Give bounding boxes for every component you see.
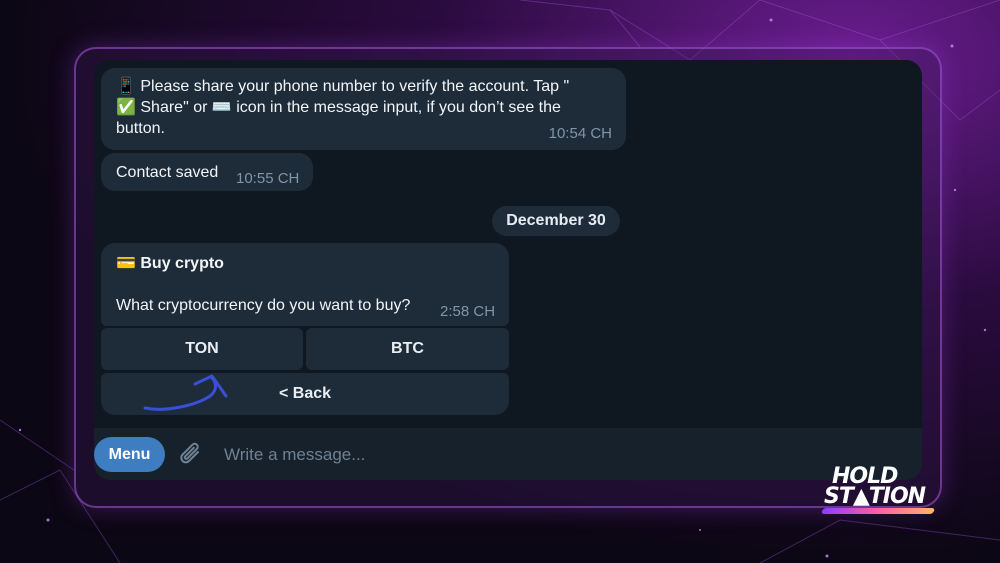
message-line: button. [116,120,165,137]
message-text: Contact saved [116,164,219,181]
message-title: 💳 Buy crypto [116,253,224,274]
logo-text: ST▲TION [824,484,926,509]
message-line: Share" or [140,99,212,116]
keyboard-icon: ⌨️ [211,99,232,116]
message-line: icon in the message input, if you don’t … [236,99,561,116]
message-text: 📱 Please share your phone number to veri… [116,76,606,139]
btc-button[interactable]: BTC [306,328,509,370]
ton-button[interactable]: TON [101,328,303,370]
logo-underline [820,508,936,514]
message-bubble: Contact saved 10:55 CH [101,153,313,191]
message-text: What cryptocurrency do you want to buy? [116,297,411,314]
message-line: Please share your phone number to verify… [140,78,570,95]
menu-button[interactable]: Menu [94,437,165,472]
message-input[interactable] [222,438,886,472]
check-icon: ✅ [116,99,136,116]
message-time: 2:58 CH [440,303,496,320]
message-input-bar: Menu [94,428,922,480]
telegram-chat: 📱 Please share your phone number to veri… [94,60,922,480]
message-title-text: Buy crypto [140,255,224,272]
phone-icon: 📱 [116,78,136,95]
holdstation-logo: HOLD ST▲TION [820,464,936,518]
message-bubble: 💳 Buy crypto What cryptocurrency do you … [101,243,509,326]
message-list: 📱 Please share your phone number to veri… [94,60,922,428]
attach-icon[interactable] [178,440,204,468]
back-button[interactable]: < Back [101,373,509,415]
credit-card-icon: 💳 [116,255,136,272]
message-bubble: 📱 Please share your phone number to veri… [101,68,626,150]
message-time: 10:54 CH [548,125,612,142]
message-time: 10:55 CH [236,170,300,187]
date-separator: December 30 [492,206,620,236]
